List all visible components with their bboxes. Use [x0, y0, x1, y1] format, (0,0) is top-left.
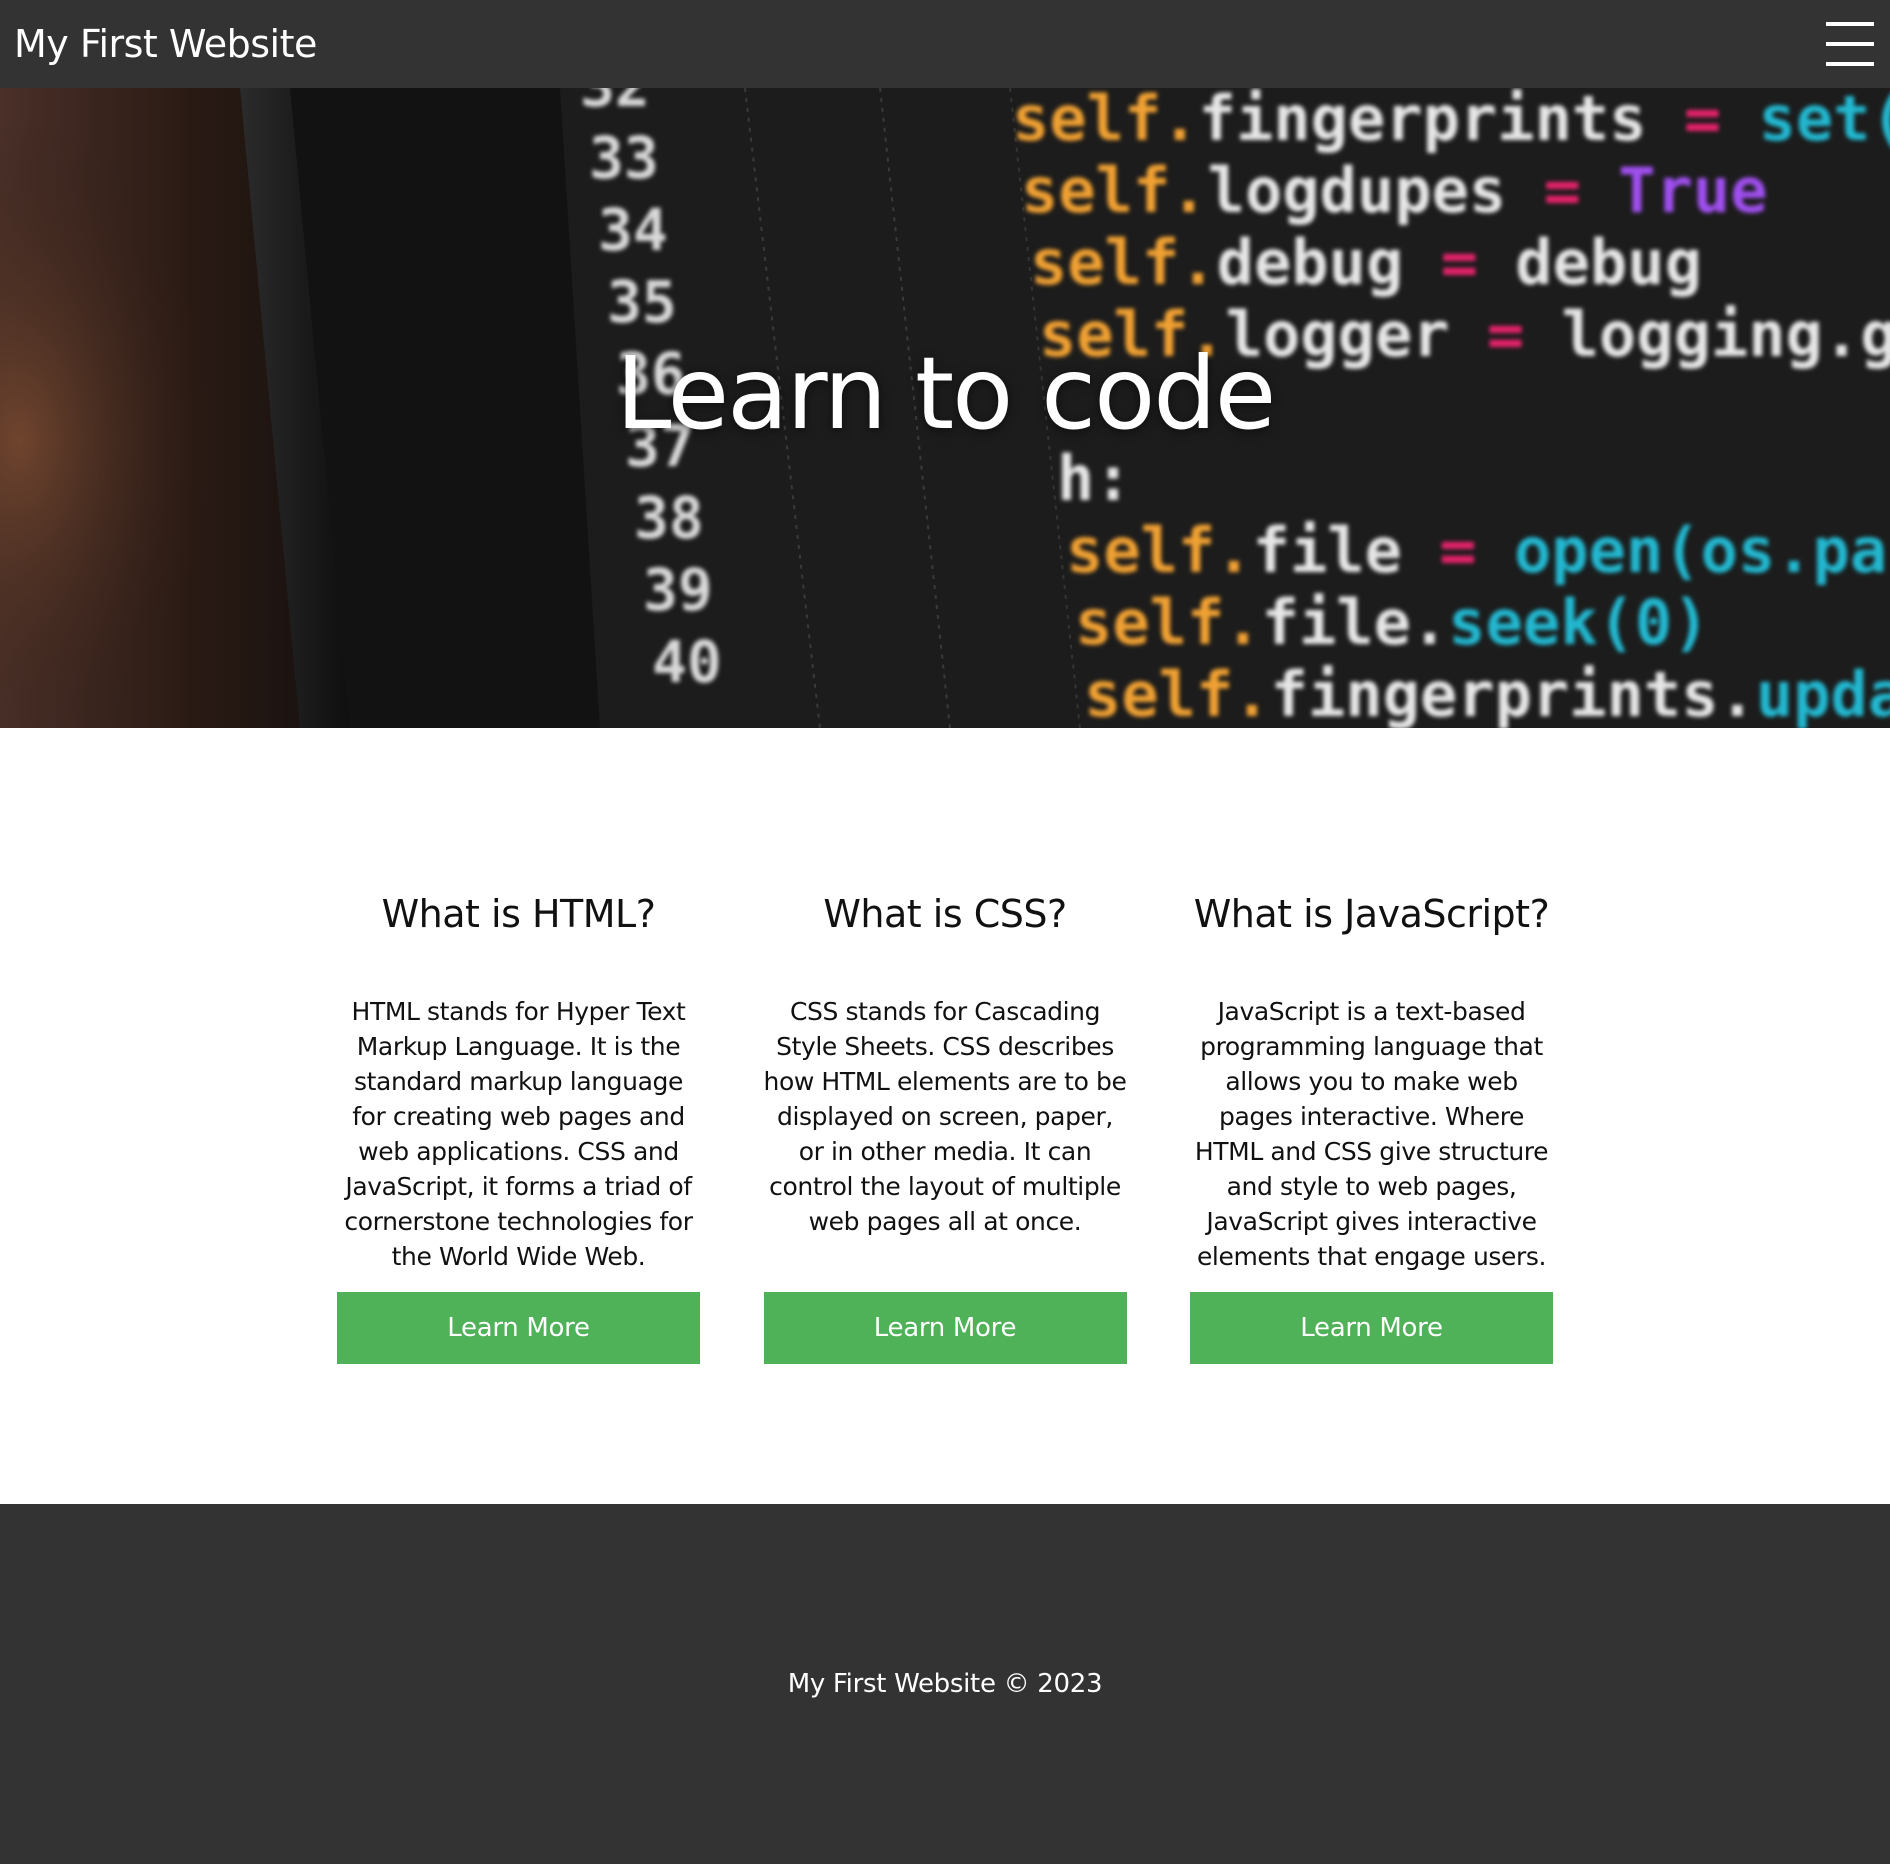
- footer: My First Website © 2023: [0, 1504, 1890, 1864]
- hero-title: Learn to code: [615, 334, 1277, 452]
- menu-bar: [1826, 22, 1874, 26]
- menu-bar: [1826, 62, 1874, 66]
- feature-css: What is CSS? CSS stands for Cascading St…: [763, 728, 1127, 1364]
- learn-more-button[interactable]: Learn More: [1190, 1292, 1553, 1364]
- feature-description: HTML stands for Hyper Text Markup Langua…: [344, 997, 693, 1271]
- learn-more-button[interactable]: Learn More: [337, 1292, 700, 1364]
- footer-copyright: My First Website © 2023: [787, 1669, 1103, 1699]
- feature-heading: What is HTML?: [381, 892, 656, 936]
- feature-heading: What is CSS?: [823, 892, 1067, 936]
- menu-bar: [1826, 42, 1874, 46]
- feature-heading: What is JavaScript?: [1193, 892, 1550, 936]
- hamburger-menu-icon[interactable]: [1826, 20, 1874, 68]
- feature-html: What is HTML? HTML stands for Hyper Text…: [337, 728, 700, 1364]
- page: My First Website 33 34 35 36 37 38 39 40…: [0, 0, 1890, 1864]
- learn-more-button[interactable]: Learn More: [763, 1292, 1127, 1364]
- site-title[interactable]: My First Website: [14, 22, 317, 66]
- top-navbar: My First Website: [0, 0, 1890, 88]
- feature-javascript: What is JavaScript? JavaScript is a text…: [1190, 728, 1553, 1364]
- features-section: What is HTML? HTML stands for Hyper Text…: [337, 728, 1553, 1364]
- feature-description: JavaScript is a text-based programming l…: [1194, 997, 1549, 1271]
- hero-section: 323334353637383940 self.fingerprints = s…: [0, 88, 1890, 728]
- feature-description: CSS stands for Cascading Style Sheets. C…: [763, 997, 1127, 1236]
